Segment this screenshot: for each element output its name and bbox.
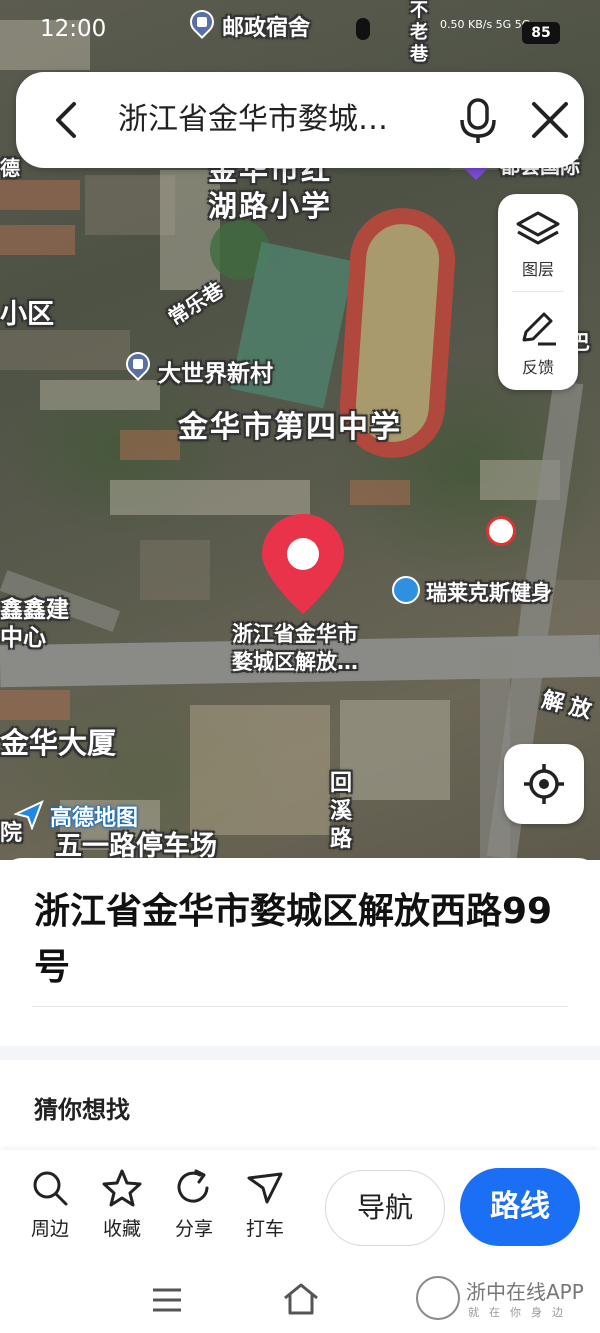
- map-label-de: 德: [0, 156, 20, 180]
- map-building: [350, 480, 410, 505]
- battery-icon: 85: [522, 22, 560, 44]
- map-label-fourth-school[interactable]: 金华市第四中学: [178, 402, 402, 446]
- feedback-button[interactable]: 反馈: [498, 292, 578, 390]
- watermark-logo-icon: [416, 1276, 460, 1320]
- search-query-text[interactable]: 浙江省金华市婺城…: [118, 98, 418, 142]
- search-bar[interactable]: 浙江省金华市婺城…: [16, 72, 584, 168]
- map-label-jinhua-building[interactable]: 金华大厦: [0, 720, 116, 762]
- mic-indicator-icon: [356, 18, 370, 40]
- place-address: 浙江省金华市婺城区解放西路99号: [34, 891, 553, 988]
- route-button[interactable]: 路线: [460, 1168, 580, 1246]
- share-label: 分享: [174, 1218, 213, 1240]
- map-label-dashijie[interactable]: 大世界新村: [158, 354, 273, 388]
- map-label-xinxin: 鑫鑫建 中心: [0, 597, 69, 651]
- share-button[interactable]: 分享: [164, 1168, 224, 1241]
- watermark: 浙中在线APP 就在你身边: [416, 1276, 596, 1326]
- back-arrow-icon[interactable]: [44, 96, 92, 144]
- map-label-xiaoqu: 小区: [0, 299, 54, 330]
- voice-input-icon[interactable]: [452, 94, 504, 146]
- network-status: 0.50 KB/s 5G 5G: [440, 18, 531, 31]
- favorite-button[interactable]: 收藏: [92, 1168, 152, 1241]
- map-building: [140, 540, 210, 600]
- menu-icon[interactable]: [150, 1286, 184, 1314]
- home-icon[interactable]: [282, 1282, 320, 1316]
- map-building: [0, 225, 75, 255]
- place-detail-sheet[interactable]: 浙江省金华市婺城区解放西路99号 猜你想找: [0, 858, 600, 1150]
- map-side-controls: 图层 反馈: [498, 194, 578, 390]
- amap-arrow-icon: [13, 800, 44, 831]
- nearby-label: 周边: [30, 1218, 69, 1240]
- locate-me-button[interactable]: [504, 744, 584, 824]
- system-nav-bar: 浙中在线APP 就在你身边: [0, 1262, 600, 1333]
- map-building: [40, 380, 160, 410]
- map-label-jiefang: 解放: [539, 687, 600, 726]
- watermark-slogan: 就在你身边: [468, 1306, 573, 1319]
- map-open-lot: [190, 705, 330, 835]
- map-building: [0, 690, 70, 720]
- layers-button[interactable]: 图层: [498, 194, 578, 292]
- pin-label[interactable]: 浙江省金华市 婺城区解放…: [232, 620, 358, 676]
- share-icon: [177, 1169, 209, 1203]
- feedback-label: 反馈: [521, 358, 554, 377]
- watermark-brand: 浙中在线APP: [466, 1280, 584, 1304]
- map-building: [120, 430, 180, 460]
- layers-icon: [516, 211, 560, 245]
- guess-section-title: 猜你想找: [34, 1096, 130, 1124]
- close-icon[interactable]: [524, 94, 576, 146]
- action-bar: 周边 收藏 分享 打车 导航 路线: [0, 1150, 600, 1262]
- crosshair-icon: [524, 764, 564, 804]
- status-time: 12:00: [40, 16, 107, 42]
- taxi-button[interactable]: 打车: [235, 1168, 295, 1241]
- fitness-marker-icon[interactable]: [392, 576, 420, 604]
- map-label-huixi-road: 回溪路: [330, 771, 353, 852]
- map-label-fitness[interactable]: 瑞莱克斯健身: [426, 577, 552, 607]
- search-icon: [33, 1171, 68, 1206]
- taxi-icon: [247, 1172, 283, 1204]
- layers-label: 图层: [521, 260, 554, 279]
- amap-logo: 高德地图: [13, 800, 138, 831]
- pencil-icon: [522, 312, 556, 346]
- location-pin-icon[interactable]: [258, 510, 348, 620]
- divider: [32, 1006, 568, 1007]
- status-bar: 12:00 0.50 KB/s 5G 5G 85: [0, 0, 600, 60]
- map-building: [0, 330, 130, 370]
- kfc-marker-icon[interactable]: [486, 516, 516, 546]
- taxi-label: 打车: [245, 1218, 284, 1240]
- section-gap: [0, 1046, 600, 1060]
- navigate-button[interactable]: 导航: [325, 1170, 445, 1246]
- map-parking-lot: [340, 700, 450, 800]
- star-icon: [102, 1169, 142, 1207]
- nearby-button[interactable]: 周边: [20, 1168, 80, 1241]
- favorite-label: 收藏: [102, 1218, 141, 1240]
- amap-logo-text: 高德地图: [50, 806, 139, 831]
- map-building: [0, 180, 80, 210]
